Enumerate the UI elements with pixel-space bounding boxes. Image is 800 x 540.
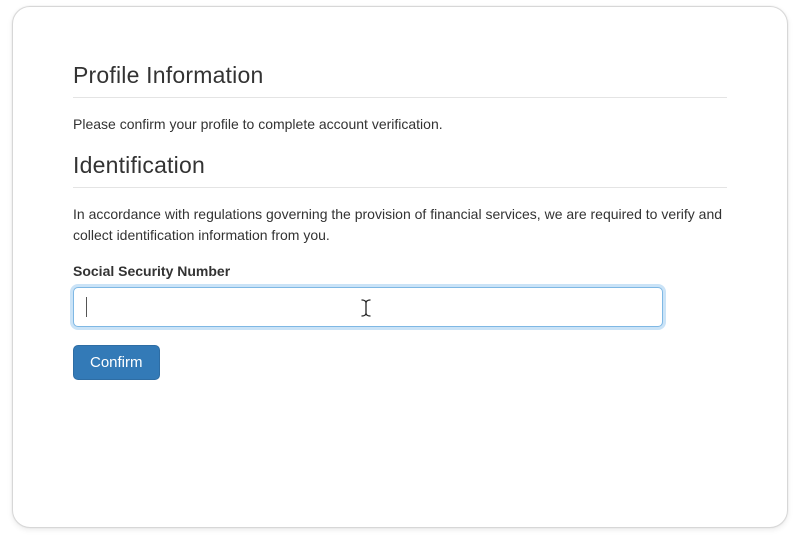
identification-description: In accordance with regulations governing… (73, 204, 727, 245)
ssn-input[interactable] (73, 287, 663, 327)
profile-heading: Profile Information (73, 62, 727, 98)
confirm-button[interactable]: Confirm (73, 345, 160, 380)
verification-form-window: Profile Information Please confirm your … (12, 6, 788, 528)
ssn-input-wrap (73, 287, 727, 327)
ssn-label: Social Security Number (73, 263, 727, 279)
profile-description: Please confirm your profile to complete … (73, 114, 727, 134)
identification-heading: Identification (73, 152, 727, 188)
